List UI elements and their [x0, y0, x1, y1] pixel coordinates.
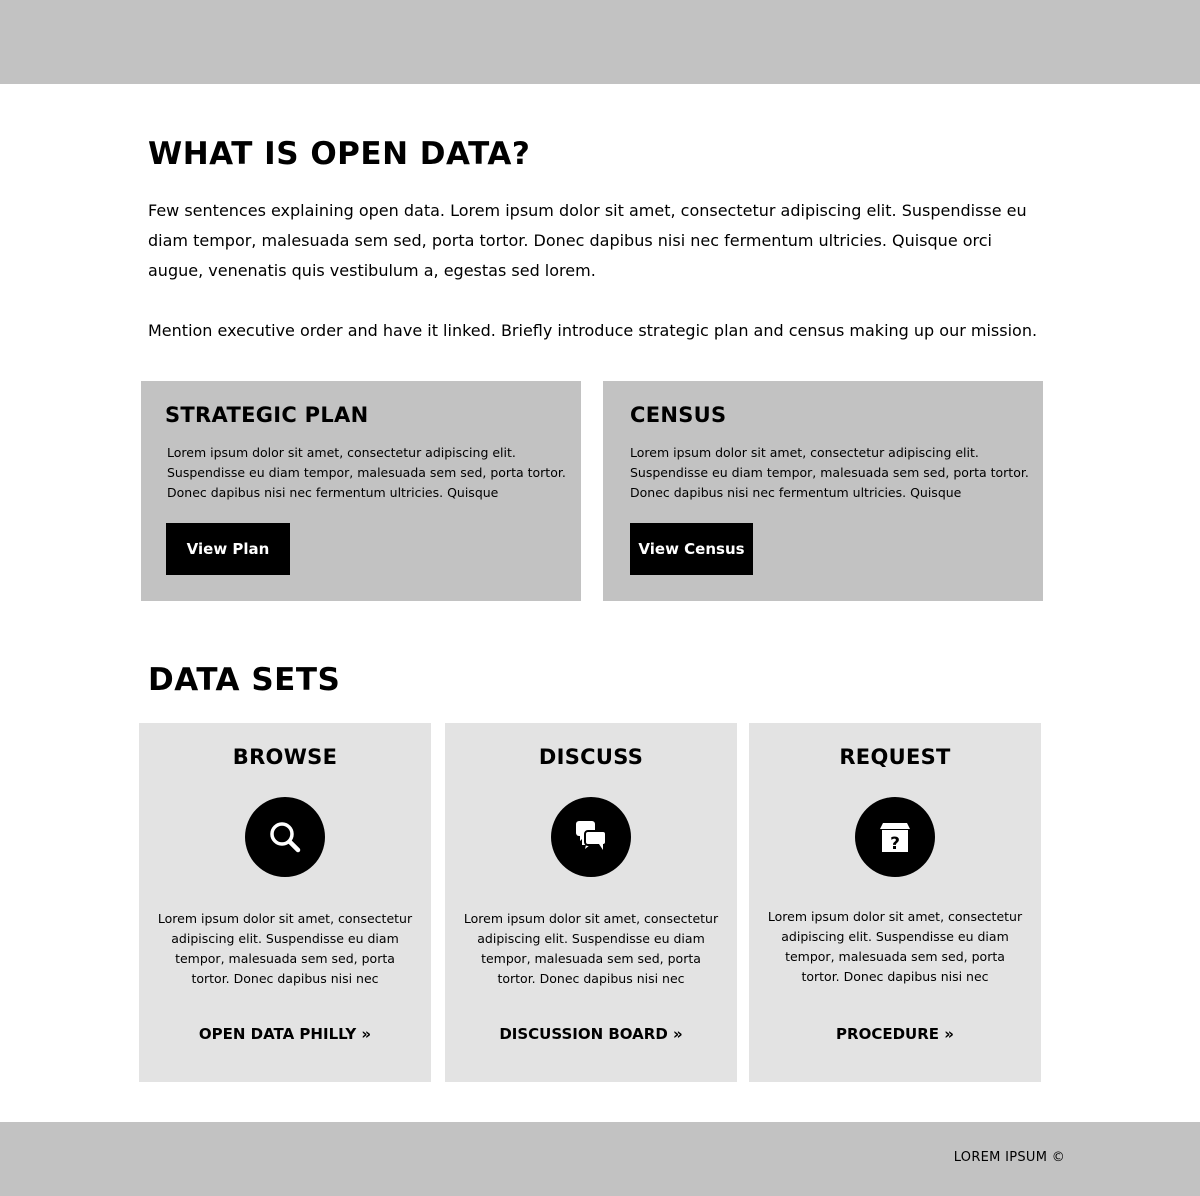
- card-title: BROWSE: [232, 745, 338, 769]
- svg-text:?: ?: [890, 834, 900, 854]
- page-title: WHAT IS OPEN DATA?: [148, 136, 531, 172]
- intro-paragraph: Few sentences explaining open data. Lore…: [148, 201, 1027, 280]
- card-title: REQUEST: [839, 745, 951, 769]
- panel-title: CENSUS: [630, 403, 727, 427]
- section-title: DATA SETS: [148, 662, 341, 698]
- discussion-board-link[interactable]: DISCUSSION BOARD »: [445, 1025, 737, 1043]
- mission-paragraph: Mention executive order and have it link…: [148, 321, 1038, 340]
- chat-bubbles-icon: [551, 797, 631, 877]
- view-plan-button[interactable]: View Plan: [166, 523, 290, 575]
- footer: LOREM IPSUM ©: [0, 1122, 1200, 1196]
- panel-text: Lorem ipsum dolor sit amet, consectetur …: [167, 445, 566, 500]
- view-census-button[interactable]: View Census: [630, 523, 753, 575]
- strategic-plan-panel: STRATEGIC PLAN Lorem ipsum dolor sit ame…: [141, 381, 581, 601]
- discuss-card: DISCUSS Lorem ipsum dolor sit amet, cons…: [445, 723, 737, 1082]
- card-text: Lorem ipsum dolor sit amet, consectetur …: [157, 911, 413, 986]
- census-panel: CENSUS Lorem ipsum dolor sit amet, conse…: [603, 381, 1043, 601]
- browse-card: BROWSE Lorem ipsum dolor sit amet, conse…: [139, 723, 431, 1082]
- question-box-icon: ?: [855, 797, 935, 877]
- card-text: Lorem ipsum dolor sit amet, consectetur …: [463, 911, 719, 986]
- procedure-link[interactable]: PROCEDURE »: [749, 1025, 1041, 1043]
- card-title: DISCUSS: [538, 745, 644, 769]
- request-card: REQUEST ? Lorem ipsum dolor sit amet, co…: [749, 723, 1041, 1082]
- open-data-philly-link[interactable]: OPEN DATA PHILLY »: [139, 1025, 431, 1043]
- search-icon: [245, 797, 325, 877]
- panel-title: STRATEGIC PLAN: [165, 403, 369, 427]
- header-bar: [0, 0, 1200, 84]
- card-text: Lorem ipsum dolor sit amet, consectetur …: [767, 909, 1023, 984]
- footer-copyright: LOREM IPSUM ©: [953, 1150, 1065, 1165]
- panel-text: Lorem ipsum dolor sit amet, consectetur …: [630, 445, 1029, 500]
